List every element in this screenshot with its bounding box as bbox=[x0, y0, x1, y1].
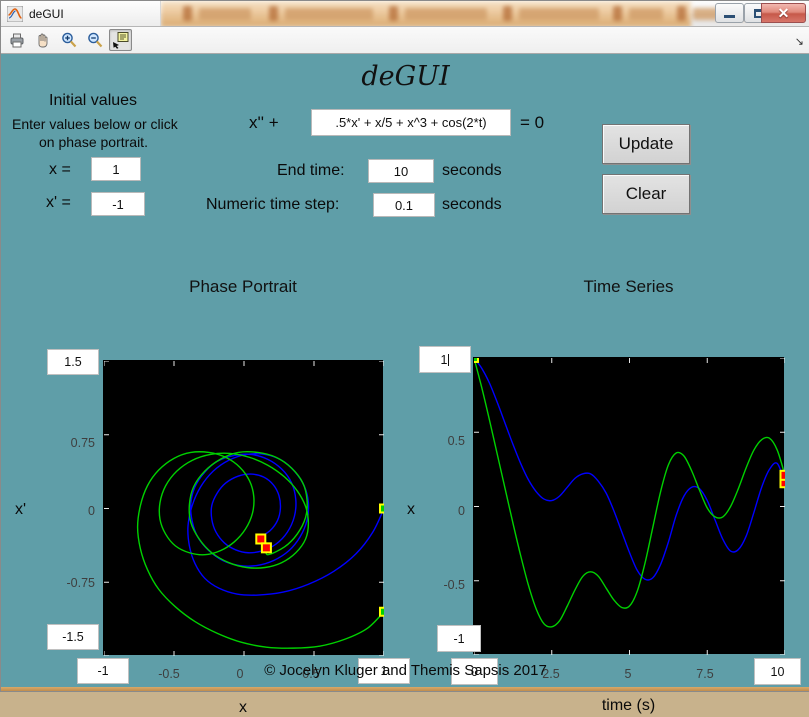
time-series-plot bbox=[474, 358, 785, 655]
close-button[interactable]: ✕ bbox=[761, 3, 806, 23]
start-marker bbox=[380, 505, 384, 513]
phase-portrait-plot bbox=[104, 361, 384, 656]
equation-lhs-label: x'' + bbox=[249, 113, 279, 133]
phase-portrait-axes[interactable] bbox=[103, 360, 383, 655]
end-time-units-label: seconds bbox=[442, 162, 502, 180]
phase-portrait-xlabel: x bbox=[1, 699, 485, 717]
end-marker bbox=[262, 543, 271, 552]
time-series-ymax-input[interactable]: 1 bbox=[419, 346, 471, 373]
matlab-icon bbox=[7, 6, 23, 22]
phase-portrait-ytick-neg0p75: -0.75 bbox=[49, 576, 95, 590]
x-input[interactable]: 1 bbox=[91, 157, 141, 181]
window-title: deGUI bbox=[29, 7, 64, 21]
time-series-ymin-input[interactable]: -1 bbox=[437, 625, 481, 652]
end-time-input[interactable]: 10 bbox=[368, 159, 434, 183]
time-step-input[interactable]: 0.1 bbox=[373, 193, 435, 217]
phase-portrait-ymin-input[interactable]: -1.5 bbox=[47, 624, 99, 650]
clear-button[interactable]: Clear bbox=[602, 174, 690, 214]
start-marker bbox=[380, 608, 384, 616]
phase-portrait-ylabel: x' bbox=[15, 501, 26, 519]
end-time-label: End time: bbox=[277, 162, 345, 180]
title-bar: deGUI ✕ bbox=[1, 1, 809, 27]
pan-hand-icon[interactable] bbox=[31, 29, 54, 51]
application-window: deGUI ✕ bbox=[0, 0, 809, 692]
end-marker bbox=[781, 471, 786, 480]
time-series-ytick-neg0p5: -0.5 bbox=[419, 578, 465, 592]
time-series-ytick-0: 0 bbox=[419, 504, 465, 518]
time-series-title: Time Series bbox=[473, 277, 784, 297]
phase-portrait-title: Phase Portrait bbox=[103, 277, 383, 297]
close-icon: ✕ bbox=[778, 5, 790, 22]
zoom-in-icon[interactable] bbox=[57, 29, 80, 51]
phase-portrait-ytick-0p75: 0.75 bbox=[49, 436, 95, 450]
copyright-text: © Jocelyn Kluger and Themis Sapsis 2017 bbox=[1, 662, 809, 679]
update-button[interactable]: Update bbox=[602, 124, 690, 164]
toolbar-overflow-icon[interactable]: ↘ bbox=[795, 35, 804, 48]
figure-canvas: deGUI Initial values Enter values below … bbox=[1, 54, 809, 691]
end-marker bbox=[256, 534, 265, 543]
time-series-ytick-0p5: 0.5 bbox=[419, 434, 465, 448]
time-step-units-label: seconds bbox=[442, 196, 502, 214]
minimize-icon bbox=[724, 15, 735, 18]
zoom-out-icon[interactable] bbox=[83, 29, 106, 51]
xprime-label: x' = bbox=[46, 194, 71, 212]
time-series-xlabel: time (s) bbox=[473, 697, 784, 715]
series-x-vs-t-green bbox=[474, 358, 785, 627]
phase-portrait-ymax-input[interactable]: 1.5 bbox=[47, 349, 99, 375]
equation-rhs-label: = 0 bbox=[520, 113, 544, 133]
minimize-button[interactable] bbox=[715, 3, 744, 23]
window-title-group: deGUI bbox=[1, 1, 161, 27]
equation-input[interactable]: .5*x' + x/5 + x^3 + cos(2*t) bbox=[311, 109, 511, 136]
background-window-strip bbox=[161, 1, 691, 27]
series-trajectory-blue bbox=[188, 454, 384, 596]
time-series-axes[interactable] bbox=[473, 357, 784, 654]
xprime-input[interactable]: -1 bbox=[91, 192, 145, 216]
series-x-vs-t-blue bbox=[474, 358, 785, 580]
figure-toolbar: ↘ bbox=[1, 27, 809, 54]
initial-values-instruction-line1: Enter values below or click bbox=[12, 116, 178, 132]
data-cursor-icon[interactable] bbox=[109, 29, 132, 51]
time-step-label: Numeric time step: bbox=[206, 196, 339, 214]
series-trajectory-green bbox=[138, 452, 384, 648]
page-title: deGUI bbox=[1, 61, 809, 92]
start-marker bbox=[474, 358, 478, 362]
time-series-ylabel: x bbox=[407, 501, 415, 519]
initial-values-instruction-line2: on phase portrait. bbox=[39, 134, 148, 150]
phase-portrait-ytick-0: 0 bbox=[49, 504, 95, 518]
print-icon[interactable] bbox=[5, 29, 28, 51]
window-bottom-edge bbox=[1, 687, 809, 691]
initial-values-heading: Initial values bbox=[49, 92, 137, 110]
x-label: x = bbox=[49, 161, 71, 179]
